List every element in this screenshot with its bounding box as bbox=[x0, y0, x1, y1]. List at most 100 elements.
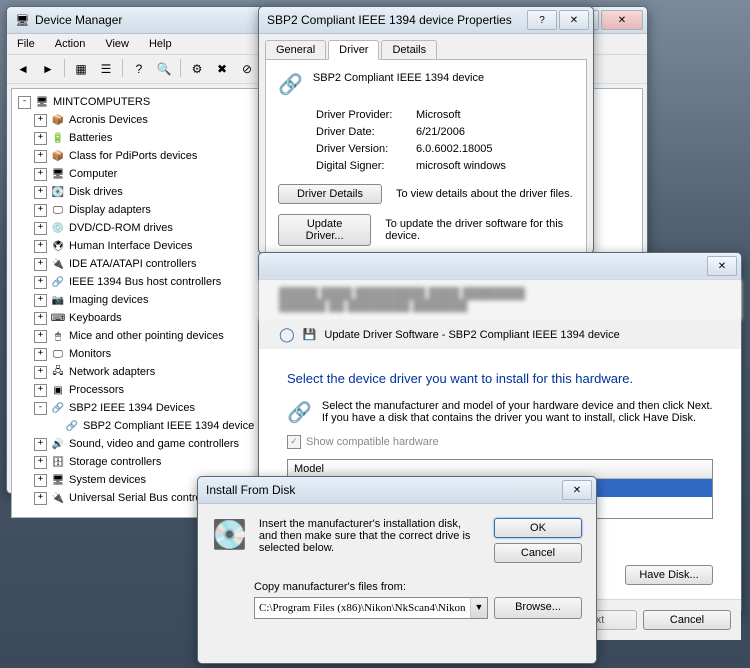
version-label: Driver Version: bbox=[316, 143, 416, 155]
expand-icon[interactable]: + bbox=[34, 150, 47, 163]
tree-node-label: Imaging devices bbox=[69, 294, 149, 306]
expand-icon[interactable]: + bbox=[34, 492, 47, 505]
help-button[interactable]: ? bbox=[127, 57, 151, 81]
driver-details-desc: To view details about the driver files. bbox=[396, 188, 573, 200]
uninstall-button[interactable]: ✖ bbox=[210, 57, 234, 81]
cancel-button[interactable]: Cancel bbox=[494, 543, 582, 563]
expand-icon[interactable]: + bbox=[34, 258, 47, 271]
category-icon: 🗄 bbox=[50, 455, 66, 469]
back-button[interactable]: ◄ bbox=[11, 57, 35, 81]
expand-icon[interactable]: + bbox=[34, 222, 47, 235]
tree-node-label: Human Interface Devices bbox=[69, 240, 193, 252]
category-icon: ▣ bbox=[50, 383, 66, 397]
tab-driver[interactable]: Driver bbox=[328, 40, 379, 60]
have-disk-button[interactable]: Have Disk... bbox=[625, 565, 713, 585]
tree-node-label: Network adapters bbox=[69, 366, 155, 378]
close-button[interactable]: ✕ bbox=[559, 10, 589, 30]
expand-icon[interactable]: + bbox=[34, 132, 47, 145]
expand-icon[interactable]: + bbox=[34, 186, 47, 199]
expand-icon[interactable]: + bbox=[34, 330, 47, 343]
expand-icon[interactable]: + bbox=[34, 294, 47, 307]
path-combobox[interactable]: ▼ bbox=[254, 597, 488, 619]
category-icon: 🔊 bbox=[50, 437, 66, 451]
disabled-back-region: █████ ████ █████████ ████ ██████████████… bbox=[259, 280, 741, 320]
drive-icon: 💾 bbox=[303, 328, 317, 341]
category-icon: 💿 bbox=[50, 221, 66, 235]
tree-node-label: Processors bbox=[69, 384, 124, 396]
titlebar: ✕ bbox=[259, 253, 741, 280]
disable-button[interactable]: ⊘ bbox=[235, 57, 259, 81]
device-icon: 🔗 bbox=[64, 419, 80, 433]
category-icon: 📷 bbox=[50, 293, 66, 307]
cancel-button[interactable]: Cancel bbox=[643, 610, 731, 630]
expand-icon[interactable]: + bbox=[34, 438, 47, 451]
properties-button[interactable]: ☰ bbox=[94, 57, 118, 81]
expand-icon[interactable]: + bbox=[34, 204, 47, 217]
tree-node-label: DVD/CD-ROM drives bbox=[69, 222, 173, 234]
wizard-title: Update Driver Software - SBP2 Compliant … bbox=[324, 329, 619, 341]
expand-icon[interactable]: + bbox=[34, 384, 47, 397]
expand-icon[interactable]: + bbox=[34, 114, 47, 127]
properties-dialog: SBP2 Compliant IEEE 1394 device Properti… bbox=[258, 6, 594, 254]
menu-action[interactable]: Action bbox=[51, 36, 90, 52]
category-icon: 🖧 bbox=[50, 365, 66, 379]
expand-icon[interactable]: + bbox=[34, 348, 47, 361]
path-input[interactable] bbox=[255, 598, 470, 618]
update-driver-button[interactable]: ⚙ bbox=[185, 57, 209, 81]
device-icon: 🔗 bbox=[278, 72, 303, 97]
tab-details[interactable]: Details bbox=[381, 40, 437, 60]
checkbox-icon: ✓ bbox=[287, 435, 301, 449]
menu-view[interactable]: View bbox=[101, 36, 133, 52]
tree-node-label: Computer bbox=[69, 168, 117, 180]
category-icon: 📦 bbox=[50, 149, 66, 163]
expand-icon[interactable]: + bbox=[34, 474, 47, 487]
update-driver-desc: To update the driver software for this d… bbox=[385, 218, 574, 242]
expand-icon[interactable]: + bbox=[34, 456, 47, 469]
menu-file[interactable]: File bbox=[13, 36, 39, 52]
tree-node-label: Disk drives bbox=[69, 186, 123, 198]
tree-node-label: Keyboards bbox=[69, 312, 122, 324]
expand-icon[interactable]: + bbox=[34, 168, 47, 181]
forward-button[interactable]: ► bbox=[36, 57, 60, 81]
expand-icon[interactable]: + bbox=[34, 366, 47, 379]
expand-icon[interactable]: + bbox=[34, 276, 47, 289]
show-hide-tree-button[interactable]: ▦ bbox=[69, 57, 93, 81]
checkbox-label: Show compatible hardware bbox=[306, 436, 439, 448]
close-button[interactable]: ✕ bbox=[601, 10, 643, 30]
date-label: Driver Date: bbox=[316, 126, 416, 138]
category-icon: 🔌 bbox=[50, 491, 66, 505]
update-driver-button[interactable]: Update Driver... bbox=[278, 214, 371, 246]
back-arrow-icon[interactable]: ◯ bbox=[279, 326, 295, 343]
computer-icon: 🖥 bbox=[34, 95, 50, 109]
category-icon: 🖱 bbox=[50, 329, 66, 343]
browse-button[interactable]: Browse... bbox=[494, 597, 582, 619]
dropdown-icon[interactable]: ▼ bbox=[470, 598, 487, 618]
version-value: 6.0.6002.18005 bbox=[416, 143, 492, 155]
tab-general[interactable]: General bbox=[265, 40, 326, 60]
show-compatible-checkbox[interactable]: ✓ Show compatible hardware bbox=[287, 435, 713, 449]
provider-value: Microsoft bbox=[416, 109, 461, 121]
close-button[interactable]: ✕ bbox=[562, 480, 592, 500]
tree-node-label: Sound, video and game controllers bbox=[69, 438, 239, 450]
category-icon: 🖥 bbox=[50, 473, 66, 487]
ok-button[interactable]: OK bbox=[494, 518, 582, 538]
titlebar: Install From Disk ✕ bbox=[198, 477, 596, 504]
category-icon: 🖥 bbox=[50, 167, 66, 181]
help-button[interactable]: ? bbox=[527, 10, 557, 30]
driver-details-button[interactable]: Driver Details bbox=[278, 184, 382, 204]
wizard-subtitle-row: ◯ 💾 Update Driver Software - SBP2 Compli… bbox=[259, 320, 741, 349]
expand-icon[interactable]: - bbox=[34, 402, 47, 415]
menu-help[interactable]: Help bbox=[145, 36, 176, 52]
close-button[interactable]: ✕ bbox=[707, 256, 737, 276]
scan-button[interactable]: 🔍 bbox=[152, 57, 176, 81]
tree-node-label: System devices bbox=[69, 474, 146, 486]
expand-icon[interactable]: + bbox=[34, 312, 47, 325]
category-icon: 🖵 bbox=[50, 347, 66, 361]
tree-node-label: Storage controllers bbox=[69, 456, 161, 468]
expand-icon[interactable]: - bbox=[18, 96, 31, 109]
expand-icon[interactable]: + bbox=[34, 240, 47, 253]
provider-label: Driver Provider: bbox=[316, 109, 416, 121]
tree-node-label: Acronis Devices bbox=[69, 114, 148, 126]
device-name: SBP2 Compliant IEEE 1394 device bbox=[313, 72, 484, 97]
install-from-disk-dialog: Install From Disk ✕ 💽 Insert the manufac… bbox=[197, 476, 597, 664]
